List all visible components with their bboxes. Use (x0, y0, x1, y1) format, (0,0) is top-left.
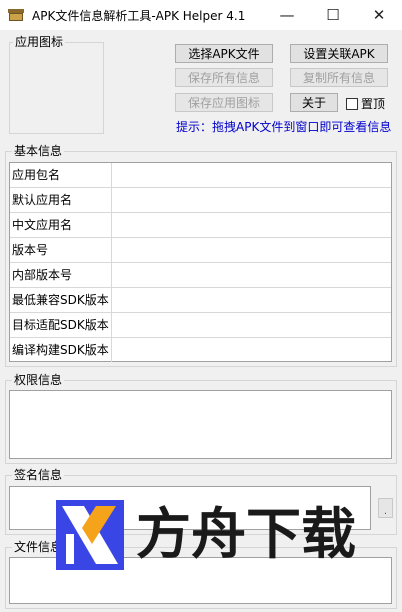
table-row: 应用包名 (10, 163, 391, 188)
basic-info-label: 基本信息 (12, 144, 65, 158)
copy-all-button[interactable]: 复制所有信息 (290, 68, 388, 87)
title-bar: APK文件信息解析工具-APK Helper 4.1 — ☐ ✕ (0, 0, 402, 30)
save-icon-button[interactable]: 保存应用图标 (175, 93, 273, 112)
row-label-package: 应用包名 (10, 163, 112, 187)
row-label-version-code: 内部版本号 (10, 263, 112, 287)
set-association-button[interactable]: 设置关联APK (290, 44, 388, 63)
close-button[interactable]: ✕ (356, 0, 402, 30)
app-icon-group (9, 42, 104, 134)
watermark-logo-icon (56, 500, 124, 570)
minimize-button[interactable]: — (264, 0, 310, 30)
row-label-compile-sdk: 编译构建SDK版本 (10, 338, 112, 362)
permissions-label: 权限信息 (12, 373, 65, 387)
watermark: 方舟下载 (56, 500, 356, 570)
basic-info-table: 应用包名 默认应用名 中文应用名 版本号 内部版本号 最低兼容SDK版本 目标适… (9, 162, 392, 362)
table-row: 中文应用名 (10, 213, 391, 238)
permissions-textbox[interactable] (9, 390, 392, 459)
select-apk-button[interactable]: 选择APK文件 (175, 44, 273, 63)
table-row: 目标适配SDK版本 (10, 313, 391, 338)
pin-top-checkbox[interactable]: 置顶 (346, 95, 385, 112)
table-row: 内部版本号 (10, 263, 391, 288)
app-icon-group-label: 应用图标 (13, 35, 66, 49)
table-row: 默认应用名 (10, 188, 391, 213)
maximize-button[interactable]: ☐ (310, 0, 356, 30)
table-row: 编译构建SDK版本 (10, 338, 391, 363)
checkbox-box[interactable] (346, 97, 358, 110)
row-label-chinese-name: 中文应用名 (10, 213, 112, 237)
watermark-text: 方舟下载 (136, 502, 357, 566)
drag-hint: 提示：拖拽APK文件到窗口即可查看信息 (176, 120, 392, 134)
about-button[interactable]: 关于 (290, 93, 338, 112)
table-row: 最低兼容SDK版本 (10, 288, 391, 313)
app-icon (8, 8, 24, 22)
signature-label: 签名信息 (12, 468, 65, 482)
row-label-min-sdk: 最低兼容SDK版本 (10, 288, 112, 312)
save-all-button[interactable]: 保存所有信息 (175, 68, 273, 87)
pin-top-label: 置顶 (361, 97, 386, 111)
window-title: APK文件信息解析工具-APK Helper 4.1 (32, 8, 246, 23)
row-label-version: 版本号 (10, 238, 112, 262)
table-row: 版本号 (10, 238, 391, 263)
signature-side-button[interactable]: . (378, 498, 393, 518)
row-label-default-name: 默认应用名 (10, 188, 112, 212)
row-label-target-sdk: 目标适配SDK版本 (10, 313, 112, 337)
